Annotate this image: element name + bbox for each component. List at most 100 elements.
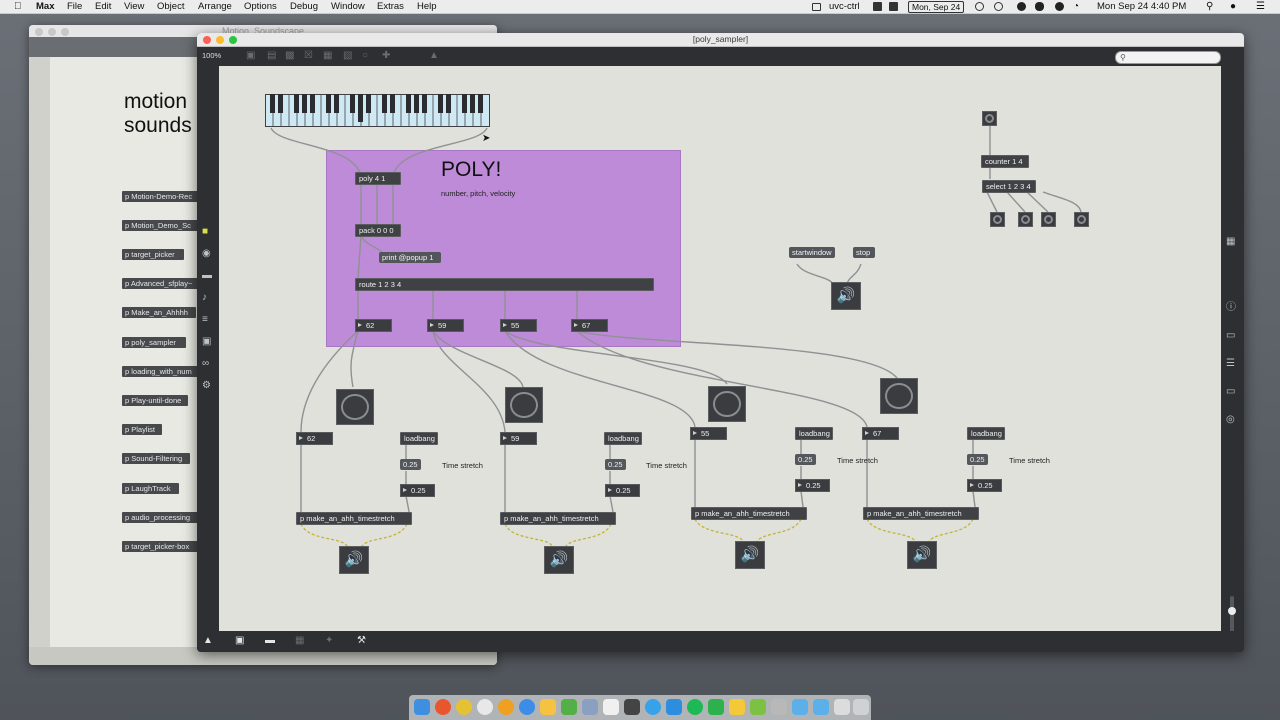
app-icon[interactable]	[603, 699, 619, 715]
menu-file[interactable]: File	[67, 0, 82, 13]
info-icon[interactable]: ⓘ	[1226, 303, 1236, 313]
startwindow-message[interactable]: startwindow	[789, 247, 835, 258]
app-icon[interactable]	[498, 699, 514, 715]
menu-edit[interactable]: Edit	[95, 0, 111, 13]
speaker-icon[interactable]: 🔊	[831, 282, 861, 310]
image-icon[interactable]: ▣	[202, 337, 211, 347]
speaker-icon[interactable]: 🔊	[735, 541, 765, 569]
list-icon[interactable]: ☰	[1226, 359, 1235, 369]
menu-extras[interactable]: Extras	[377, 0, 404, 13]
volume-slider-knob[interactable]	[1228, 607, 1236, 615]
dropbox-icon[interactable]	[873, 2, 882, 11]
app-icon[interactable]	[561, 699, 577, 715]
print-object[interactable]: print @popup 1	[379, 252, 441, 263]
bang-button[interactable]	[880, 378, 918, 414]
speaker-icon[interactable]: 🔊	[907, 541, 937, 569]
lock-icon[interactable]: ▲	[203, 636, 213, 646]
subpatcher-item[interactable]: p loading_with_num	[122, 366, 200, 377]
comment-icon[interactable]: ▬	[265, 636, 275, 646]
menu-view[interactable]: View	[124, 0, 144, 13]
close-button[interactable]	[203, 36, 211, 44]
subpatcher-item[interactable]: p Play-until-done	[122, 395, 188, 406]
app-icon[interactable]	[645, 699, 661, 715]
bang-button[interactable]	[708, 386, 746, 422]
wrench-icon[interactable]: ⚒	[357, 636, 366, 646]
search-input[interactable]: ⚲	[1115, 51, 1221, 64]
float-message[interactable]: 0.25	[967, 454, 988, 465]
bang-button[interactable]	[505, 387, 543, 423]
float-message[interactable]: 0.25	[795, 454, 816, 465]
bang-button[interactable]	[1018, 212, 1033, 227]
bang-button[interactable]	[982, 111, 997, 126]
menu-app[interactable]: Max	[36, 0, 54, 13]
counter-object[interactable]: counter 1 4	[981, 155, 1029, 168]
app-icon[interactable]	[477, 699, 493, 715]
bang-button[interactable]	[990, 212, 1005, 227]
subpatcher-item[interactable]: p audio_processing	[122, 512, 200, 523]
apple-icon[interactable]: 	[14, 0, 22, 13]
route-output-number[interactable]: 62	[355, 319, 392, 332]
date-badge[interactable]: Mon, Sep 24	[908, 1, 965, 13]
timestretch-subpatcher[interactable]: p make_an_ahh_timestretch	[691, 507, 807, 520]
toolbar-icon[interactable]: ▩	[285, 51, 294, 61]
app-icon[interactable]	[729, 699, 745, 715]
back-minimize-button[interactable]	[48, 28, 56, 36]
menu-object[interactable]: Object	[157, 0, 184, 13]
snap-icon[interactable]: ✦	[325, 636, 333, 646]
notification-center-icon[interactable]: ☰	[1256, 0, 1265, 13]
poly-object[interactable]: poly 4 1	[355, 172, 401, 185]
menu-arrange[interactable]: Arrange	[198, 0, 232, 13]
float-message[interactable]: 0.25	[605, 459, 626, 470]
minimize-button[interactable]	[216, 36, 224, 44]
folder-icon[interactable]	[792, 699, 808, 715]
app-icon[interactable]	[582, 699, 598, 715]
menu-debug[interactable]: Debug	[290, 0, 318, 13]
record-icon[interactable]	[1017, 2, 1026, 11]
back-zoom-button[interactable]	[61, 28, 69, 36]
float-number[interactable]: 0.25	[400, 484, 435, 497]
toolbar-icon[interactable]: ▦	[323, 51, 332, 61]
subpatcher-item[interactable]: p target_picker-box	[122, 541, 198, 552]
folder-icon[interactable]	[813, 699, 829, 715]
book-icon[interactable]: ▭	[1226, 331, 1235, 341]
timemachine-icon[interactable]	[975, 2, 984, 11]
route-output-number[interactable]: 67	[571, 319, 608, 332]
loadbang-object[interactable]: loadbang	[795, 427, 833, 440]
main-window[interactable]: [poly_sampler] 100% ▣ ▤ ▩ ☒ ▦ ▧ ○ ✚ ▲ ⚲ …	[197, 33, 1244, 652]
cloud-icon[interactable]	[1035, 2, 1044, 11]
subpatcher-item[interactable]: p Sound-Filtering	[122, 453, 190, 464]
menu-options[interactable]: Options	[244, 0, 277, 13]
loadbang-object[interactable]: loadbang	[604, 432, 642, 445]
spotlight-icon[interactable]: ⚲	[1206, 0, 1213, 13]
app-icon[interactable]	[771, 699, 787, 715]
voice-note-number[interactable]: 59	[500, 432, 537, 445]
toolbar-icon[interactable]: ▣	[246, 51, 255, 61]
zoom-level[interactable]: 100%	[202, 51, 221, 60]
wifi-icon[interactable]: ◔	[1073, 0, 1079, 13]
target-icon[interactable]: ◉	[202, 249, 211, 259]
subpatcher-item[interactable]: p Make_an_Ahhhh	[122, 307, 196, 318]
voice-note-number[interactable]: 55	[690, 427, 727, 440]
play-icon[interactable]	[1055, 2, 1064, 11]
toolbar-icon[interactable]: ▲	[429, 51, 439, 61]
stop-message[interactable]: stop	[853, 247, 875, 258]
voice-note-number[interactable]: 67	[862, 427, 899, 440]
timestretch-subpatcher[interactable]: p make_an_ahh_timestretch	[863, 507, 979, 520]
subpatcher-item[interactable]: p Motion-Demo-Rec	[122, 191, 200, 202]
timestretch-subpatcher[interactable]: p make_an_ahh_timestretch	[296, 512, 412, 525]
firefox-icon[interactable]	[435, 699, 451, 715]
music-note-icon[interactable]: ♪	[202, 293, 207, 303]
subpatcher-item[interactable]: p Advanced_sfplay~	[122, 278, 200, 289]
loadbang-object[interactable]: loadbang	[400, 432, 438, 445]
subpatcher-item[interactable]: p Motion_Demo_Sc	[122, 220, 200, 231]
subpatcher-item[interactable]: p Playlist	[122, 424, 162, 435]
bang-button[interactable]	[1074, 212, 1089, 227]
loadbang-object[interactable]: loadbang	[967, 427, 1005, 440]
subpatcher-item[interactable]: p LaughTrack	[122, 483, 179, 494]
grid-icon[interactable]: ▦	[1226, 237, 1235, 247]
flow-icon[interactable]: ≡	[202, 315, 208, 325]
route-output-number[interactable]: 59	[427, 319, 464, 332]
voice-note-number[interactable]: 62	[296, 432, 333, 445]
status-user[interactable]: uvc-ctrl	[829, 0, 860, 13]
max-app-icon[interactable]	[624, 699, 640, 715]
